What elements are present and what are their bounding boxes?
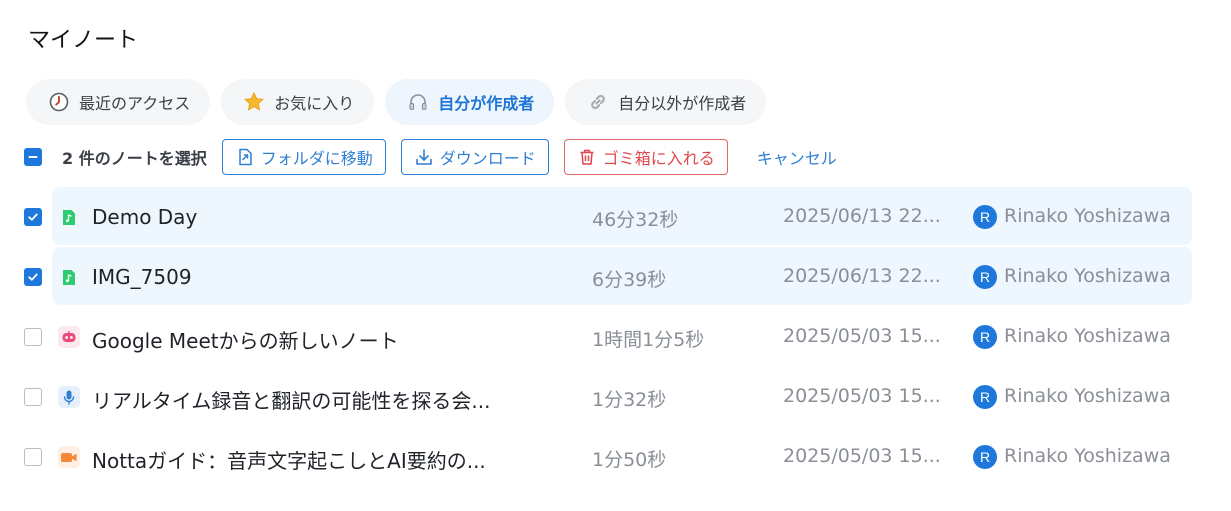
avatar: R: [973, 205, 997, 229]
note-row[interactable]: Demo Day 46分32秒 2025/06/13 22... R Rinak…: [0, 187, 1231, 247]
download-button[interactable]: ダウンロード: [400, 139, 549, 175]
bot-icon: [58, 326, 80, 348]
note-title[interactable]: Demo Day: [92, 205, 197, 229]
note-title[interactable]: Nottaガイド：音声文字起こしとAI要約の...: [92, 445, 486, 474]
clock-icon: [48, 91, 70, 113]
star-icon: [243, 91, 265, 113]
avatar: R: [973, 445, 997, 469]
tab-recent[interactable]: 最近のアクセス: [26, 79, 211, 125]
note-date: 2025/05/03 15...: [783, 445, 941, 467]
note-date: 2025/06/13 22...: [783, 205, 941, 227]
selection-toolbar: 2 件のノートを選択 フォルダに移動 ダウンロード ゴミ箱に入れる キャンセル: [24, 139, 850, 175]
note-date: 2025/05/03 15...: [783, 325, 941, 347]
row-checkbox[interactable]: [24, 268, 42, 286]
note-row[interactable]: リアルタイム録音と翻訳の可能性を探る会... 1分32秒 2025/05/03 …: [0, 367, 1231, 427]
row-checkbox[interactable]: [24, 208, 42, 226]
note-duration: 6分39秒: [592, 269, 667, 291]
tab-recent-label: 最近のアクセス: [79, 94, 191, 113]
select-all-checkbox[interactable]: [24, 148, 42, 166]
tab-created-by-me-label: 自分が作成者: [438, 94, 535, 113]
move-file-icon: [235, 147, 255, 167]
trash-button[interactable]: ゴミ箱に入れる: [563, 139, 728, 175]
trash-icon: [577, 147, 597, 167]
trash-label: ゴミ箱に入れる: [602, 149, 715, 168]
audio-file-icon: [58, 206, 80, 228]
row-checkbox[interactable]: [24, 388, 42, 406]
row-checkbox[interactable]: [24, 448, 42, 466]
avatar: R: [973, 385, 997, 409]
cancel-button[interactable]: キャンセル: [743, 139, 850, 175]
note-owner: Rinako Yoshizawa: [1004, 265, 1171, 287]
note-title[interactable]: Google Meetからの新しいノート: [92, 325, 399, 354]
note-row[interactable]: Google Meetからの新しいノート 1時間1分5秒 2025/05/03 …: [0, 307, 1231, 367]
note-title[interactable]: リアルタイム録音と翻訳の可能性を探る会...: [92, 385, 490, 414]
headphones-icon: [407, 91, 429, 113]
note-date: 2025/05/03 15...: [783, 385, 941, 407]
note-duration: 1時間1分5秒: [592, 329, 705, 351]
note-title[interactable]: IMG_7509: [92, 265, 192, 289]
row-checkbox[interactable]: [24, 328, 42, 346]
note-owner: Rinako Yoshizawa: [1004, 445, 1171, 467]
page-title: マイノート: [28, 28, 139, 53]
filter-tabs: 最近のアクセス お気に入り 自分が作成者 自分以外が作成者: [26, 79, 767, 125]
note-row[interactable]: Nottaガイド：音声文字起こしとAI要約の... 1分50秒 2025/05/…: [0, 427, 1231, 487]
download-label: ダウンロード: [439, 149, 536, 168]
download-icon: [414, 147, 434, 167]
note-duration: 1分32秒: [592, 389, 667, 411]
avatar: R: [973, 265, 997, 289]
note-owner: Rinako Yoshizawa: [1004, 325, 1171, 347]
move-to-folder-button[interactable]: フォルダに移動: [221, 139, 386, 175]
link-icon: [587, 91, 609, 113]
move-to-folder-label: フォルダに移動: [260, 149, 373, 168]
tab-created-by-others-label: 自分以外が作成者: [618, 94, 747, 113]
selection-count: 2 件のノートを選択: [62, 149, 207, 168]
tab-created-by-me[interactable]: 自分が作成者: [385, 79, 555, 125]
avatar: R: [973, 325, 997, 349]
notes-list: Demo Day 46分32秒 2025/06/13 22... R Rinak…: [0, 187, 1231, 487]
note-duration: 46分32秒: [592, 209, 679, 231]
tab-created-by-others[interactable]: 自分以外が作成者: [565, 79, 767, 125]
microphone-icon: [58, 386, 80, 408]
tab-favorites[interactable]: お気に入り: [221, 79, 375, 125]
audio-file-icon: [58, 266, 80, 288]
note-owner: Rinako Yoshizawa: [1004, 205, 1171, 227]
tab-favorites-label: お気に入り: [274, 94, 355, 113]
video-icon: [58, 446, 80, 468]
note-date: 2025/06/13 22...: [783, 265, 941, 287]
note-owner: Rinako Yoshizawa: [1004, 385, 1171, 407]
note-duration: 1分50秒: [592, 449, 667, 471]
note-row[interactable]: IMG_7509 6分39秒 2025/06/13 22... R Rinako…: [0, 247, 1231, 307]
